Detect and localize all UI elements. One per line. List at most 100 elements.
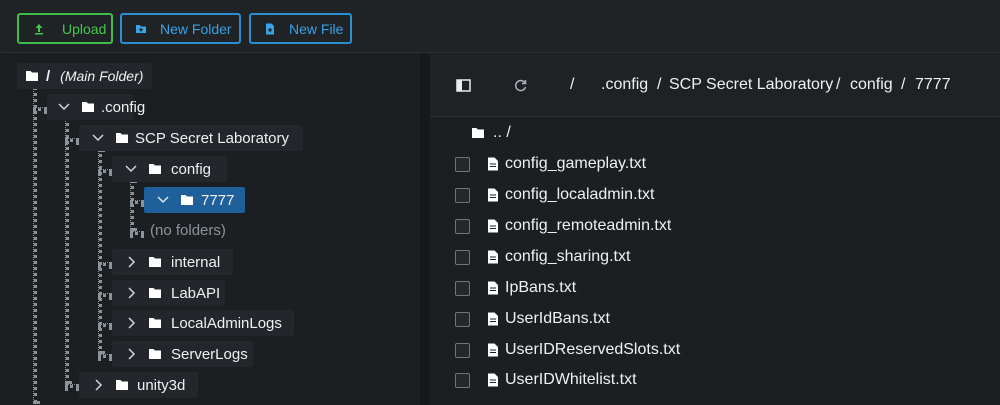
folder-icon — [148, 163, 162, 175]
file-row[interactable]: config_remoteadmin.txt — [455, 215, 671, 237]
file-name: config_sharing.txt — [505, 248, 631, 265]
no-folders-text: (no folders) — [150, 222, 226, 239]
breadcrumb-config-dir[interactable]: .config — [601, 76, 648, 94]
panel-divider[interactable] — [420, 54, 430, 405]
parent-directory-label: .. / — [493, 124, 511, 141]
file-icon — [487, 343, 499, 357]
breadcrumb-7777[interactable]: 7777 — [915, 76, 951, 94]
chevron-right-icon — [91, 372, 105, 398]
chevron-right-icon — [124, 341, 138, 367]
upload-label: Upload — [62, 20, 107, 37]
file-plus-icon — [263, 22, 277, 36]
tree-item-localadminlogs[interactable]: LocalAdminLogs — [112, 310, 294, 336]
chevron-right-icon — [124, 249, 138, 275]
file-row[interactable]: UserIDWhitelist.txt — [455, 369, 637, 391]
folder-icon — [148, 287, 162, 299]
toolbar: Upload New Folder New File — [0, 0, 1000, 53]
folder-plus-icon — [134, 22, 148, 36]
tree-item-root[interactable]: / (Main Folder) — [17, 63, 152, 89]
tree-line — [130, 200, 144, 204]
file-checkbox[interactable] — [455, 249, 470, 265]
tree-item-config[interactable]: config — [112, 156, 227, 182]
tree-line — [65, 117, 69, 384]
folder-icon — [180, 194, 194, 206]
tree-label: internal — [171, 253, 221, 271]
tree-label: .config — [101, 98, 146, 116]
tree-line — [33, 107, 47, 111]
tree-label: config — [171, 160, 212, 178]
tree-line — [98, 293, 112, 297]
tree-line — [98, 262, 112, 266]
file-icon — [487, 250, 499, 264]
file-name: UserIDReservedSlots.txt — [505, 341, 681, 358]
breadcrumb-config[interactable]: config — [850, 76, 893, 94]
tree-line — [65, 138, 79, 142]
file-name: UserIDWhitelist.txt — [505, 371, 637, 388]
tree-root-note: (Main Folder) — [60, 68, 144, 84]
file-icon — [487, 312, 499, 326]
file-icon — [487, 188, 499, 202]
breadcrumb-root[interactable]: / — [570, 76, 574, 94]
chevron-right-icon — [124, 280, 138, 306]
parent-directory-row[interactable]: .. / — [471, 122, 511, 144]
file-name: IpBans.txt — [505, 279, 577, 296]
file-row[interactable]: UserIDReservedSlots.txt — [455, 339, 680, 361]
new-file-label: New File — [289, 20, 344, 37]
breadcrumb-scp[interactable]: SCP Secret Laboratory — [669, 76, 833, 94]
tree-line — [130, 231, 144, 235]
tree-item-unity3d[interactable]: unity3d — [79, 372, 198, 398]
refresh-icon[interactable] — [513, 78, 528, 98]
tree-label: LabAPI — [171, 284, 221, 302]
file-icon — [487, 157, 499, 171]
file-checkbox[interactable] — [455, 372, 470, 388]
breadcrumb-separator: / — [901, 76, 906, 93]
new-file-button[interactable]: New File — [249, 13, 352, 44]
chevron-down-icon — [124, 156, 138, 182]
file-checkbox[interactable] — [455, 311, 470, 327]
new-folder-button[interactable]: New Folder — [120, 13, 241, 44]
file-row[interactable]: config_gameplay.txt — [455, 153, 646, 175]
breadcrumb-separator: / — [836, 76, 841, 93]
tree-item-7777[interactable]: 7777 — [144, 187, 245, 213]
file-name: config_gameplay.txt — [505, 155, 647, 172]
upload-icon — [32, 22, 46, 36]
file-icon — [487, 373, 499, 387]
tree-root-label: / — [46, 67, 51, 85]
file-row[interactable]: IpBans.txt — [455, 277, 576, 299]
file-checkbox[interactable] — [455, 342, 470, 358]
tree-label: 7777 — [201, 191, 235, 209]
tree-item-config-dir[interactable]: .config — [47, 94, 145, 120]
tree-line — [98, 169, 112, 173]
file-row[interactable]: config_localadmin.txt — [455, 184, 654, 206]
file-name: config_remoteadmin.txt — [505, 217, 672, 234]
folder-icon — [115, 132, 129, 144]
tree-item-labapi[interactable]: LabAPI — [112, 280, 225, 306]
folder-icon — [81, 101, 95, 113]
tree-item-internal[interactable]: internal — [112, 249, 233, 275]
toggle-sidebar-icon[interactable] — [456, 79, 471, 97]
file-row[interactable]: UserIdBans.txt — [455, 308, 610, 330]
file-row[interactable]: config_sharing.txt — [455, 246, 630, 268]
tree-label: SCP Secret Laboratory — [135, 129, 289, 147]
file-checkbox[interactable] — [455, 187, 470, 203]
folder-icon — [148, 317, 162, 329]
file-checkbox[interactable] — [455, 218, 470, 234]
tree-line — [33, 86, 37, 404]
new-folder-label: New Folder — [160, 20, 232, 37]
tree-line — [65, 384, 79, 388]
tree-item-serverlogs[interactable]: ServerLogs — [112, 341, 253, 367]
tree-item-scp[interactable]: SCP Secret Laboratory — [79, 125, 303, 151]
folder-icon — [471, 127, 485, 139]
chevron-down-icon — [156, 187, 170, 213]
file-checkbox[interactable] — [455, 156, 470, 172]
tree-label: unity3d — [137, 376, 186, 394]
chevron-down-icon — [57, 94, 71, 120]
folder-icon — [115, 379, 129, 391]
file-name: UserIdBans.txt — [505, 310, 610, 327]
folder-icon — [25, 70, 39, 82]
breadcrumb-separator: / — [657, 76, 662, 93]
tree-line — [130, 180, 134, 231]
file-checkbox[interactable] — [455, 280, 470, 296]
upload-button[interactable]: Upload — [17, 13, 113, 44]
file-name: config_localadmin.txt — [505, 186, 655, 203]
